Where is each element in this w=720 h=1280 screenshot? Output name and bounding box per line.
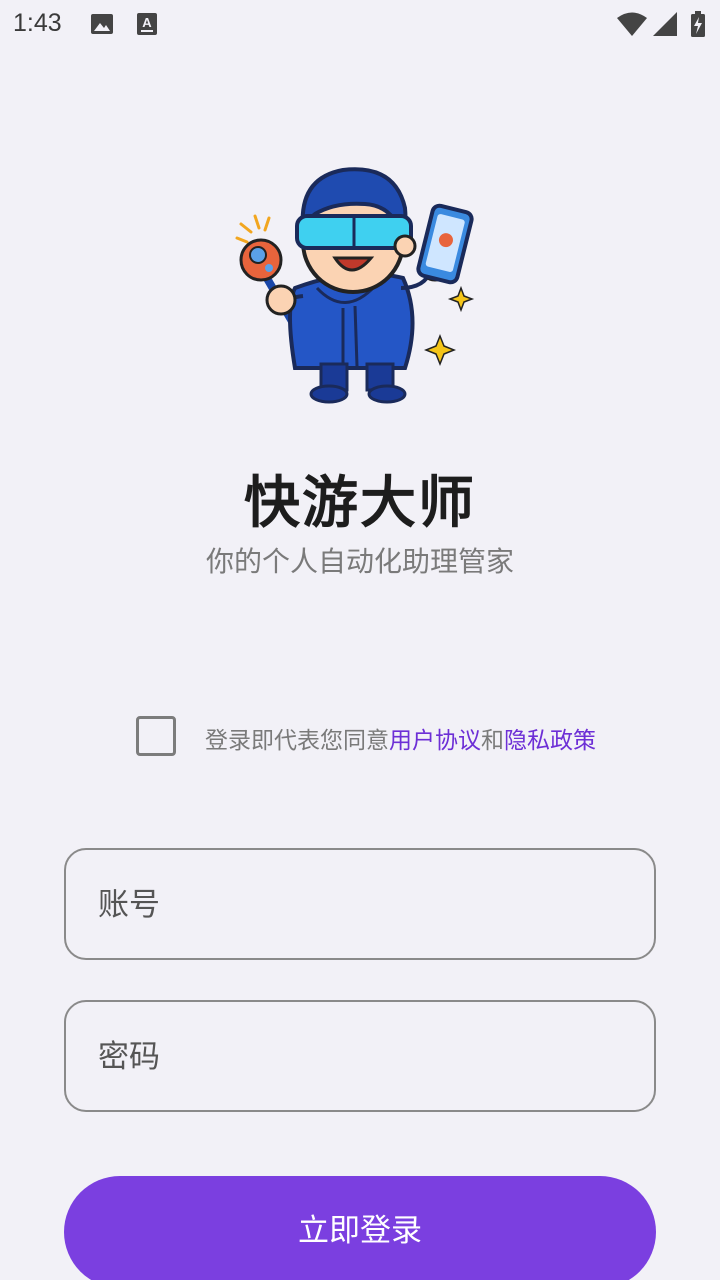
password-field [64,1000,656,1112]
agreement-prefix: 登录即代表您同意 [205,728,389,754]
svg-text:A: A [142,15,152,30]
account-field [64,848,656,960]
login-button[interactable]: 立即登录 [64,1176,656,1280]
wifi-icon [617,12,647,36]
app-title: 快游大师 [244,471,476,536]
app-subtitle: 你的个人自动化助理管家 [205,545,514,578]
text-a-icon: A [137,13,157,35]
agreement-text: 登录即代表您同意用户协议和隐私政策 [205,721,596,755]
agreement-checkbox[interactable] [136,716,176,756]
agreement-and: 和 [481,728,504,754]
privacy-policy-link[interactable]: 隐私政策 [504,728,596,754]
user-agreement-link[interactable]: 用户协议 [389,728,481,754]
signal-icon [653,12,677,36]
gallery-icon [91,14,113,34]
status-time: 1:43 [13,9,62,37]
status-bar: 1:43 A [0,0,720,48]
mascot-illustration [235,167,475,404]
account-input[interactable] [96,850,630,960]
battery-charging-icon [691,11,705,37]
login-screen: 1:43 A 快游大师 你的个人自动化助理管家 登录即代表您同意用户协议和隐私政… [0,0,720,1280]
password-input[interactable] [96,1002,630,1112]
